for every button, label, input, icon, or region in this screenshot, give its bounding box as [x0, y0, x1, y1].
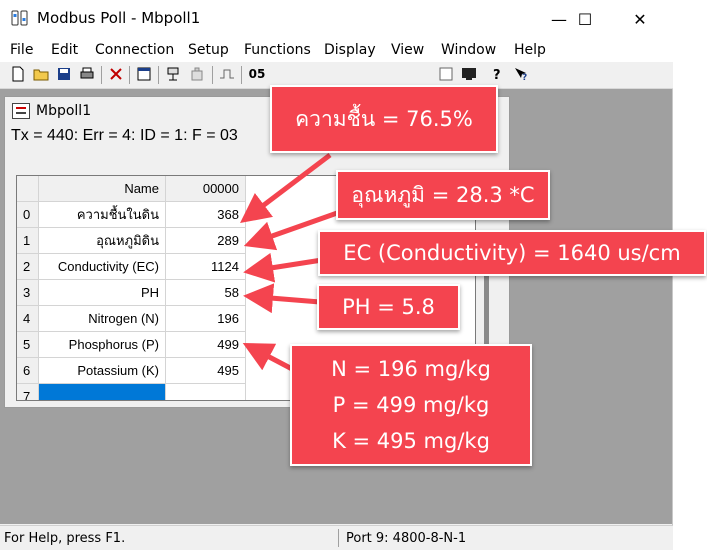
row-index: 7 [17, 384, 39, 400]
print-icon[interactable] [79, 66, 95, 82]
poll-status-line: Tx = 440: Err = 4: ID = 1: F = 03 [11, 127, 238, 144]
new-file-icon[interactable] [10, 66, 26, 82]
toolbar-separator [158, 66, 159, 84]
window-icon[interactable] [136, 66, 152, 82]
title-bar: Modbus Poll - Mbpoll1 — ☐ ✕ [0, 0, 673, 38]
header-name[interactable]: Name [39, 176, 166, 202]
port-settings: Port 9: 4800-8-N-1 [346, 531, 467, 546]
grid-corner-cell [17, 176, 39, 202]
help-icon[interactable]: ? [490, 66, 506, 82]
context-help-icon[interactable]: ? [513, 66, 529, 82]
toolbar-separator [241, 66, 242, 84]
callout-temperature: อุณหภูมิ = 28.3 *C [336, 170, 550, 220]
register-value[interactable]: 58 [166, 280, 246, 306]
svg-text:?: ? [522, 73, 527, 82]
callout-potassium: K = 495 mg/kg [332, 429, 490, 453]
menu-file[interactable]: File [10, 42, 33, 58]
menu-functions[interactable]: Functions [244, 42, 311, 58]
register-value[interactable]: 495 [166, 358, 246, 384]
help-hint: For Help, press F1. [4, 531, 126, 546]
status-bar: For Help, press F1. Port 9: 4800-8-N-1 [0, 525, 673, 550]
row-index: 1 [17, 228, 39, 254]
register-value[interactable] [166, 384, 246, 400]
maximize-button[interactable]: ☐ [557, 0, 613, 38]
toolbar-separator [212, 66, 213, 84]
selected-cell[interactable] [39, 384, 166, 400]
callout-nitrogen: N = 196 mg/kg [331, 357, 491, 381]
menu-edit[interactable]: Edit [51, 42, 78, 58]
register-name[interactable]: Phosphorus (P) [39, 332, 166, 358]
toolbar-separator [101, 66, 102, 84]
register-name[interactable]: Nitrogen (N) [39, 306, 166, 332]
menu-setup[interactable]: Setup [188, 42, 229, 58]
register-name[interactable]: ความชื้นในดิน [39, 202, 166, 228]
row-index: 3 [17, 280, 39, 306]
close-button[interactable]: ✕ [612, 0, 668, 38]
close-icon: ✕ [633, 9, 647, 29]
header-address[interactable]: 00000 [166, 176, 246, 202]
register-value[interactable]: 196 [166, 306, 246, 332]
menu-bar: File Edit Connection Setup Functions Dis… [0, 38, 673, 62]
row-index: 2 [17, 254, 39, 280]
mbpoll-document-icon [12, 103, 30, 119]
monitor-icon[interactable] [461, 66, 477, 82]
delete-icon[interactable] [108, 66, 124, 82]
modbus-poll-app-icon [11, 10, 28, 26]
callout-humidity: ความชื้น = 76.5% [270, 85, 498, 153]
menu-connection[interactable]: Connection [95, 42, 174, 58]
register-name[interactable]: Conductivity (EC) [39, 254, 166, 280]
callout-ec: EC (Conductivity) = 1640 us/cm [318, 230, 706, 276]
connect-icon[interactable] [165, 66, 181, 82]
open-folder-icon[interactable] [33, 66, 49, 82]
register-name[interactable]: อุณหภูมิดิน [39, 228, 166, 254]
menu-view[interactable]: View [391, 42, 424, 58]
register-value[interactable]: 1124 [166, 254, 246, 280]
window-title: Modbus Poll - Mbpoll1 [37, 9, 201, 27]
row-index: 4 [17, 306, 39, 332]
child-window-title: Mbpoll1 [36, 103, 92, 119]
callout-phosphorus: P = 499 mg/kg [332, 393, 490, 417]
register-value[interactable]: 289 [166, 228, 246, 254]
row-index: 5 [17, 332, 39, 358]
save-icon[interactable] [56, 66, 72, 82]
function-05-button[interactable]: 05 [247, 66, 267, 82]
pulse-icon[interactable] [219, 66, 235, 82]
maximize-icon: ☐ [577, 9, 593, 29]
row-index: 6 [17, 358, 39, 384]
callout-npk: N = 196 mg/kg P = 499 mg/kg K = 495 mg/k… [290, 344, 532, 466]
menu-display[interactable]: Display [324, 42, 376, 58]
register-value[interactable]: 499 [166, 332, 246, 358]
disconnect-icon[interactable] [189, 66, 205, 82]
grid-icon[interactable] [438, 66, 454, 82]
svg-text:?: ? [493, 68, 501, 82]
register-value[interactable]: 368 [166, 202, 246, 228]
toolbar-separator [129, 66, 130, 84]
menu-help[interactable]: Help [514, 42, 546, 58]
register-name[interactable]: PH [39, 280, 166, 306]
register-name[interactable]: Potassium (K) [39, 358, 166, 384]
callout-ph: PH = 5.8 [317, 284, 460, 330]
status-divider [338, 529, 339, 547]
row-index: 0 [17, 202, 39, 228]
menu-window[interactable]: Window [441, 42, 496, 58]
